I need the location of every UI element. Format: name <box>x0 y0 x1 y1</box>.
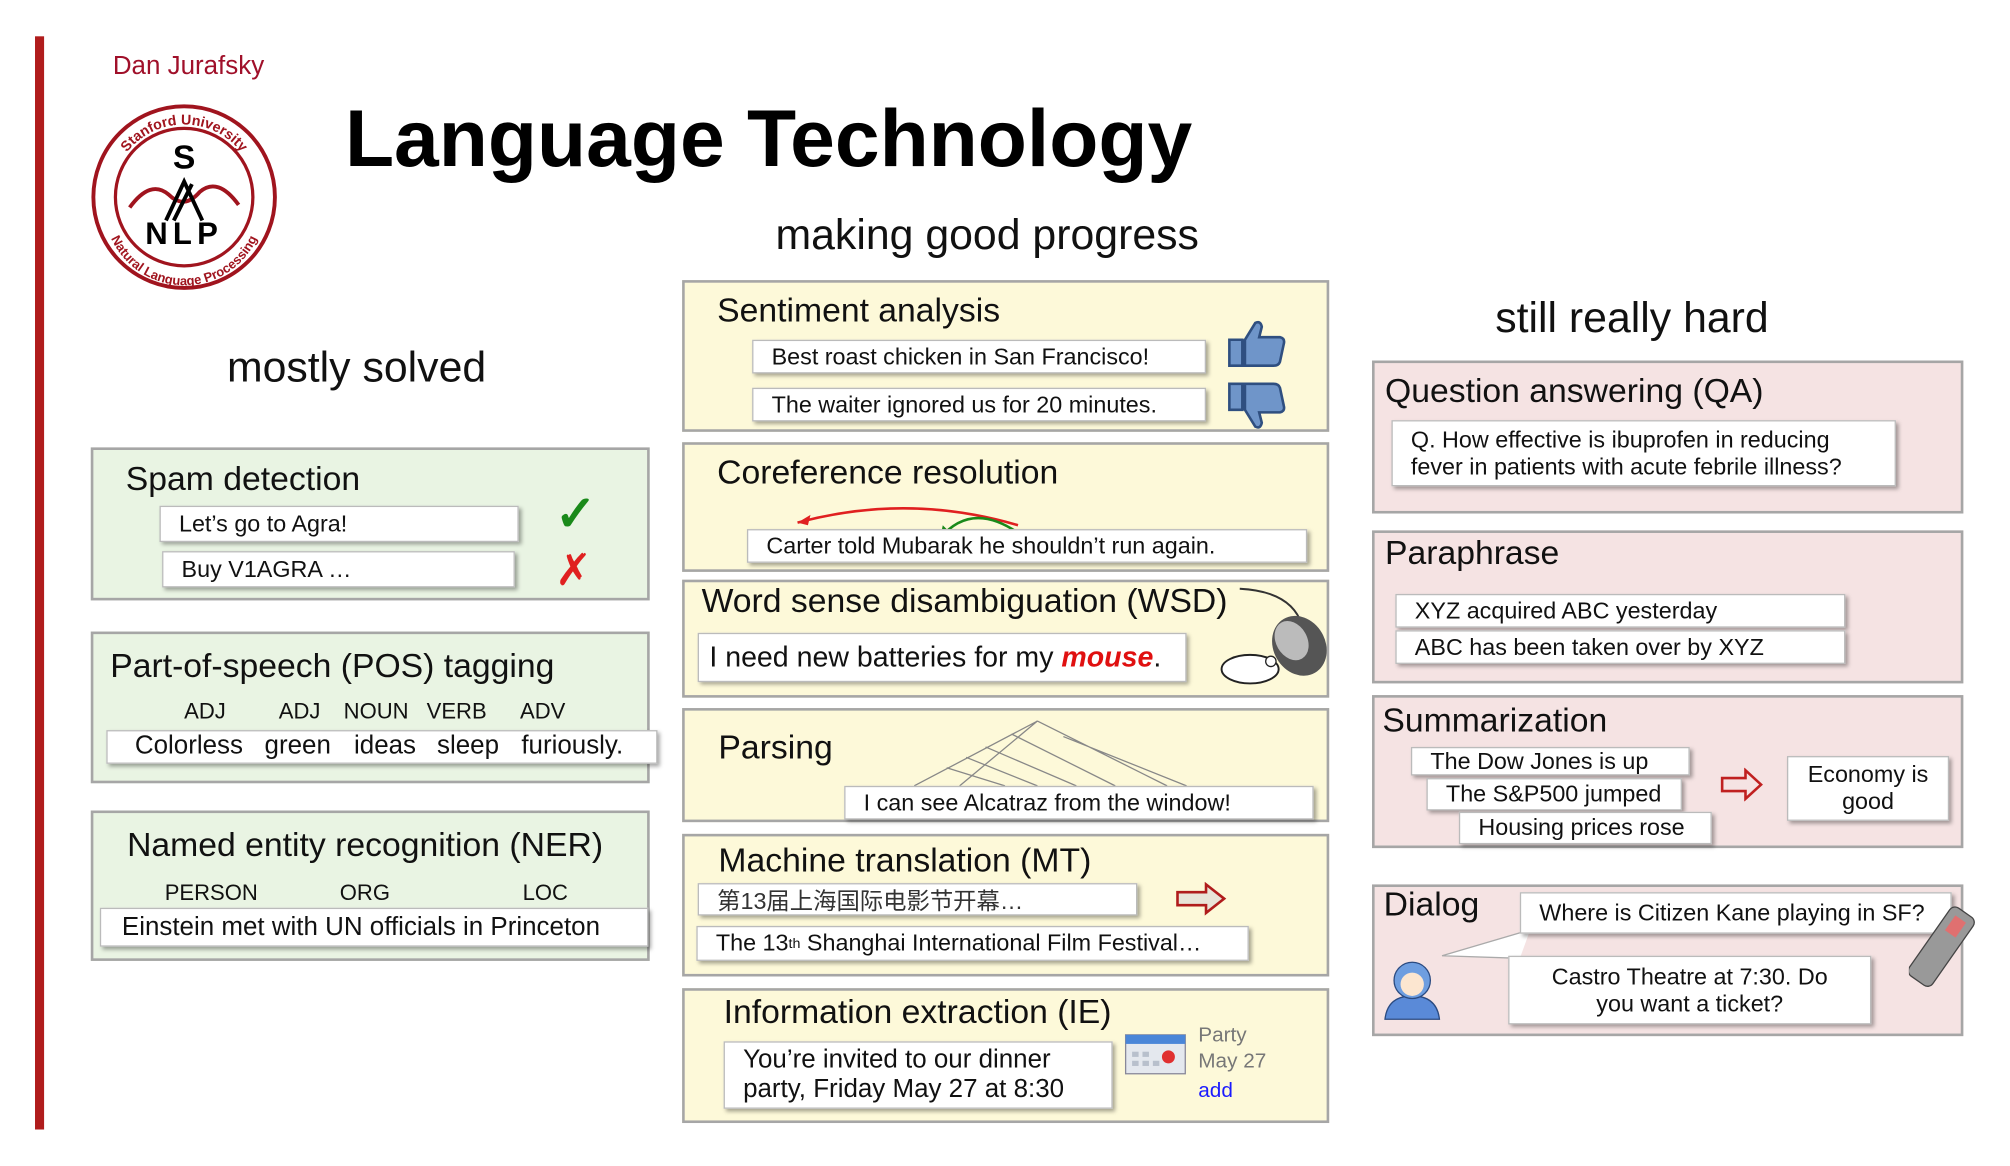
thumbs-down-icon <box>1228 382 1286 429</box>
summary-output-line2: good <box>1842 788 1894 815</box>
heading-making-good-progress: making good progress <box>775 210 1199 259</box>
computer-mouse-and-rodent-icon <box>1220 587 1327 685</box>
summary-input: Housing prices rose <box>1458 811 1712 845</box>
parsing-title: Parsing <box>718 727 833 767</box>
mt-source: 第13届上海国际电影节开幕… <box>697 883 1138 916</box>
cross-icon: ✗ <box>555 545 592 596</box>
coref-title: Coreference resolution <box>717 452 1059 492</box>
mt-title: Machine translation (MT) <box>718 840 1092 880</box>
pos-tag: ADJ <box>278 698 321 724</box>
sentiment-title: Sentiment analysis <box>717 290 1001 330</box>
page-title: Language Technology <box>344 94 1193 185</box>
pos-tag: NOUN <box>343 698 409 724</box>
svg-text:NLP: NLP <box>145 216 223 251</box>
ie-event: Party <box>1198 1024 1247 1047</box>
pos-title: Part-of-speech (POS) tagging <box>110 645 555 685</box>
svg-text:S: S <box>173 139 195 177</box>
mt-target: The 13th Shanghai International Film Fes… <box>696 925 1249 961</box>
ner-title: Named entity recognition (NER) <box>127 824 604 864</box>
dialog-question: Where is Citizen Kane playing in SF? <box>1519 892 1952 934</box>
dialog-answer-line2: you want a ticket? <box>1596 990 1784 1017</box>
wsd-text: I need new batteries for my <box>709 640 1062 674</box>
paraphrase-title: Paraphrase <box>1384 532 1560 572</box>
sentiment-positive-example: Best roast chicken in San Francisco! <box>752 339 1207 374</box>
ie-line1: You’re invited to our dinner <box>743 1045 1051 1074</box>
arrow-right-icon <box>1176 881 1227 916</box>
dialog-title: Dialog <box>1383 884 1480 924</box>
qa-title: Question answering (QA) <box>1384 370 1764 410</box>
sentiment-negative-example: The waiter ignored us for 20 minutes. <box>752 387 1207 422</box>
mt-target-pre: The 13 <box>715 929 789 956</box>
author: Dan Jurafsky <box>112 51 265 81</box>
pos-word: ideas <box>354 731 417 760</box>
ie-title: Information extraction (IE) <box>723 992 1112 1031</box>
person-icon <box>1384 961 1441 1020</box>
qa-line1: Q. How effective is ibuprofen in reducin… <box>1410 425 1830 452</box>
phone-icon <box>1908 906 1975 987</box>
pos-tag: VERB <box>426 698 487 724</box>
ie-add-link[interactable]: add <box>1198 1080 1233 1103</box>
heading-mostly-solved: mostly solved <box>226 342 487 391</box>
slide: Dan Jurafsky S NLP Stanford University N… <box>0 0 2010 1166</box>
paraphrase-example: XYZ acquired ABC yesterday <box>1395 593 1846 628</box>
summary-output-line1: Economy is <box>1807 761 1929 788</box>
wsd-text-end: . <box>1153 640 1162 674</box>
summarization-title: Summarization <box>1382 700 1608 740</box>
pos-tag: ADJ <box>184 698 226 724</box>
summary-output: Economy is good <box>1786 756 1950 821</box>
ner-sentence: Einstein met with UN officials in Prince… <box>99 907 649 947</box>
pos-word: green <box>264 731 331 760</box>
heading-still-really-hard: still really hard <box>1495 293 1769 342</box>
ie-text: You’re invited to our dinner party, Frid… <box>723 1041 1113 1109</box>
ner-tag: PERSON <box>164 880 258 906</box>
pos-sentence: Colorless green ideas sleep furiously. <box>106 730 658 764</box>
ie-date: May 27 <box>1198 1050 1267 1073</box>
ner-tag: ORG <box>339 880 390 906</box>
summary-input: The Dow Jones is up <box>1410 746 1690 776</box>
check-icon: ✓ <box>555 487 597 543</box>
qa-line2: fever in patients with acute febrile ill… <box>1410 453 1842 480</box>
thumbs-up-icon <box>1228 320 1286 367</box>
parsing-sentence: I can see Alcatraz from the window! <box>844 785 1314 820</box>
parse-tree-lines <box>913 720 1187 787</box>
ie-line2: party, Friday May 27 at 8:30 <box>743 1075 1065 1104</box>
ner-tag: LOC <box>522 880 568 906</box>
coref-sentence: Carter told Mubarak he shouldn’t run aga… <box>746 529 1308 563</box>
mt-target-sup: th <box>788 935 801 952</box>
calendar-icon <box>1124 1034 1186 1075</box>
wsd-sentence: I need new batteries for my mouse. <box>697 632 1187 683</box>
summary-input: The S&P500 jumped <box>1426 778 1682 811</box>
pos-word: sleep <box>437 731 500 760</box>
spam-example-ham: Let’s go to Agra! <box>159 505 519 543</box>
spam-title: Spam detection <box>125 459 361 498</box>
wsd-highlight: mouse <box>1061 640 1154 674</box>
paraphrase-example: ABC has been taken over by XYZ <box>1395 630 1846 664</box>
arrow-right-icon <box>1720 767 1763 802</box>
mt-target-post: Shanghai International Film Festival… <box>800 929 1202 956</box>
wsd-title: Word sense disambiguation (WSD) <box>701 580 1228 620</box>
pos-tag: ADV <box>520 698 566 724</box>
pos-word: Colorless <box>134 731 243 760</box>
pos-word: furiously. <box>521 731 624 760</box>
dialog-answer: Castro Theatre at 7:30. Do you want a ti… <box>1508 955 1872 1025</box>
dialog-answer-line1: Castro Theatre at 7:30. Do <box>1551 962 1828 989</box>
qa-question: Q. How effective is ibuprofen in reducin… <box>1391 420 1896 487</box>
stanford-nlp-logo: S NLP Stanford University Natural Langua… <box>91 104 277 290</box>
spam-example-spam: Buy V1AGRA … <box>162 551 515 588</box>
left-accent-bar <box>35 36 45 1130</box>
